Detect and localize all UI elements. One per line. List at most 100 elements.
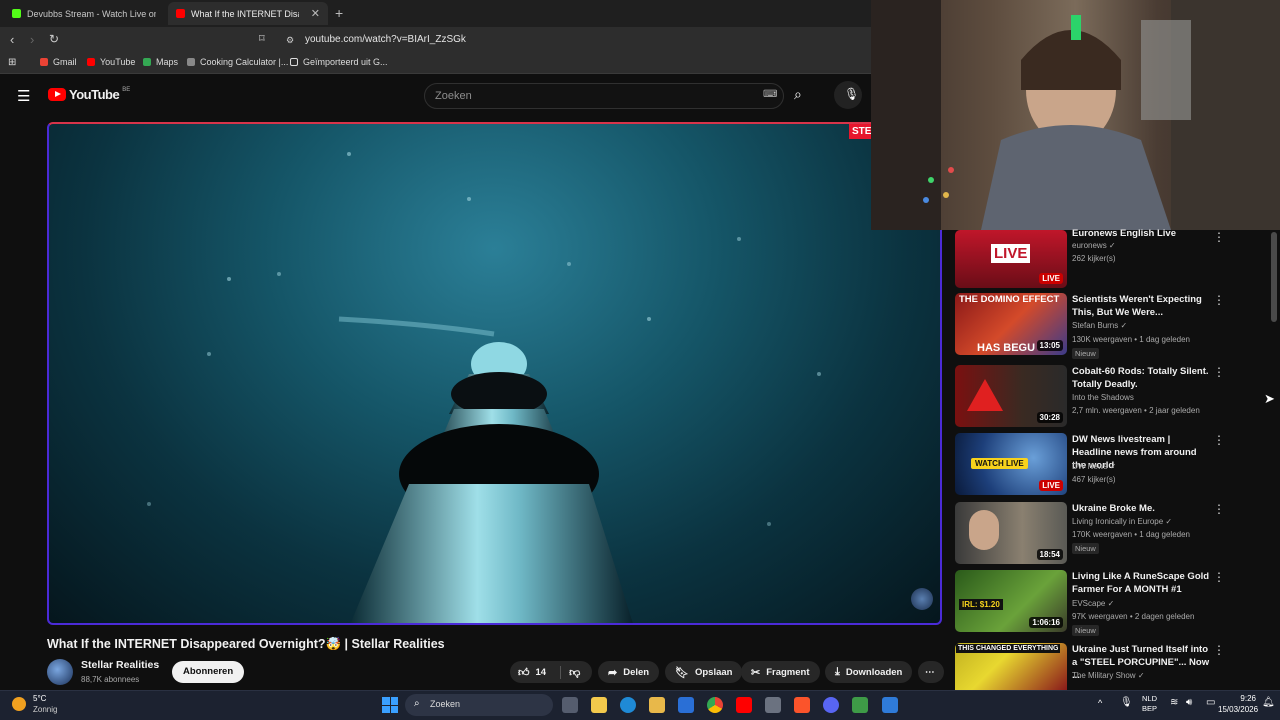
close-tab-icon[interactable]: ✕ — [311, 7, 320, 20]
video-thumbnail[interactable]: WATCH LIVE LIVE — [955, 433, 1067, 495]
bookmark-gmail[interactable]: Gmail — [40, 57, 77, 67]
recommendation-item[interactable]: LIVE LIVE Euronews English Live euronews… — [955, 227, 1265, 288]
share-label: Delen — [623, 666, 650, 678]
save-button[interactable]: 🔖︎ Opslaan — [665, 661, 743, 683]
like-count[interactable]: 14 — [536, 667, 547, 678]
recommendation-item[interactable]: 30:28 Cobalt-60 Rods: Totally Silent. To… — [955, 365, 1265, 427]
video-thumbnail[interactable]: THIS CHANGED EVERYTHING — [955, 643, 1067, 690]
microphone-tray-icon[interactable]: 🎙 — [1120, 697, 1133, 708]
subscribe-button[interactable]: Abonneren — [172, 661, 245, 683]
game-app-icon[interactable] — [852, 697, 868, 713]
download-button[interactable]: ⤓ Downloaden — [825, 661, 913, 683]
recommendation-title[interactable]: Euronews English Live — [1072, 227, 1212, 240]
bookmark-youtube[interactable]: YouTube — [87, 57, 135, 67]
youtube-app-icon[interactable] — [736, 697, 752, 713]
recommendation-channel[interactable]: Into the Shadows — [1072, 393, 1134, 402]
clip-button[interactable]: ✂ Fragment — [741, 661, 820, 683]
thumbs-up-icon[interactable]: 👍︎ — [518, 666, 530, 679]
recommendation-channel[interactable]: EVScape ✓ — [1072, 599, 1114, 608]
more-options-icon[interactable]: ⋮ — [1213, 230, 1225, 244]
site-info-icon[interactable]: ⚙ — [286, 35, 294, 46]
chevron-up-icon[interactable]: ^ — [1098, 698, 1102, 708]
more-options-icon[interactable]: ⋮ — [1213, 433, 1225, 447]
sidebar-scrollbar[interactable] — [1271, 232, 1277, 322]
recommendation-item[interactable]: 18:54 Ukraine Broke Me. Living Ironicall… — [955, 502, 1265, 564]
bookmark-maps[interactable]: Maps — [143, 57, 178, 67]
search-input[interactable]: Zoeken ⌨ — [424, 83, 784, 109]
tab-devubbs[interactable]: Devubbs Stream - Watch Live on — [4, 2, 164, 25]
new-tab-button[interactable]: + — [335, 5, 343, 21]
wifi-icon[interactable]: ≋ — [1170, 697, 1178, 708]
chrome-icon[interactable] — [707, 697, 723, 713]
more-actions-button[interactable]: ⋯ — [918, 661, 944, 683]
video-thumbnail[interactable]: THE DOMINO EFFECT HAS BEGU 13:05 — [955, 293, 1067, 355]
recommendation-title[interactable]: Living Like A RuneScape Gold Farmer For … — [1072, 570, 1212, 596]
calculator-icon[interactable] — [765, 697, 781, 713]
back-icon[interactable]: ‹ — [10, 32, 14, 47]
recommendation-title[interactable]: Ukraine Broke Me. — [1072, 502, 1212, 515]
bookmark-icon[interactable]: ⌑ — [259, 32, 265, 45]
video-thumbnail[interactable]: 30:28 — [955, 365, 1067, 427]
recommendation-title[interactable]: Scientists Weren't Expecting This, But W… — [1072, 293, 1212, 319]
youtube-header: ☰ YouTube BE Zoeken ⌨ ⌕ 🎙 — [0, 75, 872, 117]
recommendation-channel[interactable]: DW News ✓ — [1072, 462, 1117, 471]
windows-start-icon[interactable] — [382, 697, 398, 713]
recommendation-item[interactable]: THIS CHANGED EVERYTHING Ukraine Just Tur… — [955, 643, 1265, 690]
recommendation-item[interactable]: THE DOMINO EFFECT HAS BEGU 13:05 Scienti… — [955, 293, 1265, 359]
recommendation-channel[interactable]: The Military Show ✓ — [1072, 671, 1145, 680]
bookmark-imported-folder[interactable]: Geïmporteerd uit G... — [290, 57, 388, 67]
taskbar-search-label: Zoeken — [430, 699, 461, 709]
search-icon[interactable]: ⌕ — [794, 86, 802, 103]
more-options-icon[interactable]: ⋮ — [1213, 570, 1225, 584]
recommendation-item[interactable]: WATCH LIVE LIVE DW News livestream | Hea… — [955, 433, 1265, 495]
video-thumbnail[interactable]: IRL: $1.20 1:06:16 — [955, 570, 1067, 632]
video-thumbnail[interactable]: 18:54 — [955, 502, 1067, 564]
thumbs-down-icon[interactable]: 👎︎ — [560, 665, 580, 679]
brave-browser-icon[interactable] — [794, 697, 810, 713]
recommendation-channel[interactable]: Stefan Burns ✓ — [1072, 321, 1127, 330]
menu-icon[interactable]: ☰ — [17, 87, 30, 105]
channel-name[interactable]: Stellar Realities — [81, 659, 159, 671]
keyboard-layout-indicator[interactable]: BEP — [1142, 704, 1157, 713]
clock-date[interactable]: 15/03/2026 — [1218, 705, 1258, 714]
mail-icon[interactable] — [678, 697, 694, 713]
recommendation-item[interactable]: IRL: $1.20 1:06:16 Living Like A RuneSca… — [955, 570, 1265, 636]
folder-icon[interactable] — [649, 697, 665, 713]
recommendation-title[interactable]: Cobalt-60 Rods: Totally Silent. Totally … — [1072, 365, 1212, 391]
app-icon[interactable] — [882, 697, 898, 713]
weather-desc[interactable]: Zonnig — [33, 705, 57, 714]
notification-bell-icon[interactable]: 🔔︎ — [1262, 697, 1275, 708]
reload-icon[interactable]: ↻ — [49, 32, 59, 46]
volume-icon[interactable]: 🔊︎ — [1186, 697, 1192, 708]
battery-icon[interactable]: ▭ — [1206, 697, 1215, 708]
clock-time[interactable]: 9:26 — [1224, 694, 1256, 703]
more-options-icon[interactable]: ⋮ — [1213, 365, 1225, 379]
youtube-logo[interactable]: YouTube BE — [48, 87, 130, 102]
edge-browser-icon[interactable] — [620, 697, 636, 713]
recommendation-channel[interactable]: euronews ✓ — [1072, 241, 1116, 250]
video-player[interactable]: STEL — [47, 122, 942, 625]
share-button[interactable]: ➦ Delen — [598, 661, 660, 683]
microphone-icon[interactable]: 🎙 — [844, 87, 859, 101]
sun-weather-icon[interactable] — [12, 697, 26, 711]
keyboard-icon[interactable]: ⌨ — [763, 89, 777, 100]
recommendation-channel[interactable]: Living Ironically in Europe ✓ — [1072, 517, 1172, 526]
tab-youtube-video[interactable]: What If the INTERNET Disapp ✕ — [168, 2, 328, 25]
save-label: Opslaan — [694, 666, 733, 678]
task-view-icon[interactable] — [562, 697, 578, 713]
discord-icon[interactable] — [823, 697, 839, 713]
video-thumbnail[interactable]: LIVE LIVE — [955, 230, 1067, 288]
bookmark-cooking-calculator[interactable]: Cooking Calculator |... — [187, 57, 288, 67]
apps-grid-icon[interactable]: ⊞ — [8, 57, 16, 68]
more-options-icon[interactable]: ⋮ — [1213, 293, 1225, 307]
file-explorer-icon[interactable] — [591, 697, 607, 713]
channel-avatar[interactable] — [47, 659, 73, 685]
weather-temp[interactable]: 5°C — [33, 694, 46, 703]
more-options-icon[interactable]: ⋮ — [1213, 502, 1225, 516]
channel-watermark-icon[interactable] — [911, 588, 933, 610]
url-field[interactable]: youtube.com/watch?v=BIArI_ZzSGk — [305, 34, 466, 45]
forward-icon[interactable]: › — [30, 32, 34, 47]
more-options-icon[interactable]: ⋮ — [1213, 643, 1225, 657]
language-indicator[interactable]: NLD — [1142, 694, 1157, 703]
taskbar-search-input[interactable]: ⌕ Zoeken — [405, 694, 553, 716]
